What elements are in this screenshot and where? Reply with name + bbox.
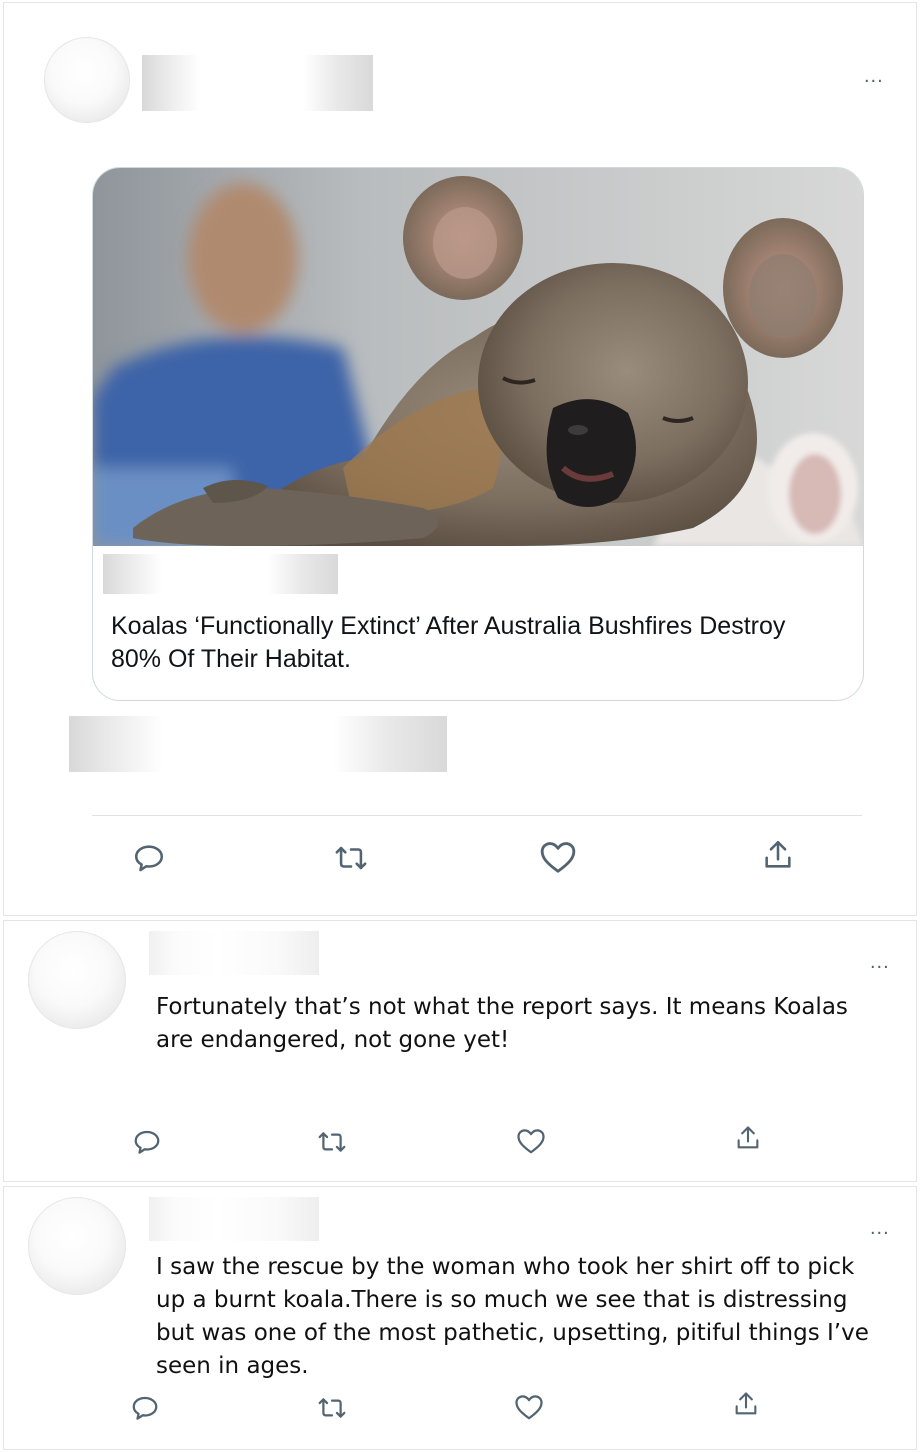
- koala-photo: [93, 168, 863, 546]
- reply-tweet: ... Fortunately that’s not what the repo…: [3, 920, 917, 1182]
- share-icon: [735, 1392, 757, 1415]
- heart-icon: [515, 1395, 543, 1420]
- share-icon: [765, 840, 791, 868]
- more-options-button[interactable]: ...: [870, 1218, 890, 1238]
- retweet-button[interactable]: [332, 841, 370, 880]
- source-domain-redacted: [103, 554, 338, 594]
- timestamp-redacted: [69, 716, 447, 772]
- reply-icon: [134, 1130, 160, 1154]
- like-button[interactable]: [539, 839, 577, 880]
- share-icon: [737, 1126, 759, 1149]
- reply-text: I saw the rescue by the woman who took h…: [156, 1254, 869, 1379]
- heart-icon: [517, 1129, 545, 1154]
- author-avatar[interactable]: [44, 37, 130, 123]
- reply-button[interactable]: [132, 1127, 162, 1162]
- actions-divider: [92, 815, 862, 816]
- more-options-button[interactable]: ...: [870, 952, 890, 972]
- reply-author-name-redacted: [149, 931, 319, 975]
- like-button[interactable]: [514, 1393, 544, 1426]
- card-headline: Koalas ‘Functionally Extinct’ After Aust…: [111, 612, 786, 673]
- link-card[interactable]: Koalas ‘Functionally Extinct’ After Aust…: [92, 167, 864, 701]
- reply-author-avatar[interactable]: [28, 1197, 126, 1295]
- retweet-icon: [318, 1398, 346, 1418]
- share-button[interactable]: [732, 1389, 760, 1424]
- reply-button[interactable]: [130, 1393, 160, 1428]
- retweet-icon: [335, 846, 367, 870]
- reply-tweet: ... I saw the rescue by the woman who to…: [3, 1186, 917, 1450]
- reply-icon: [134, 845, 164, 872]
- retweet-button[interactable]: [316, 1393, 348, 1428]
- share-button[interactable]: [734, 1123, 762, 1158]
- like-button[interactable]: [516, 1127, 546, 1160]
- more-options-button[interactable]: ...: [864, 66, 884, 86]
- retweet-icon: [318, 1132, 346, 1152]
- author-name-redacted: [142, 55, 373, 111]
- share-button[interactable]: [761, 837, 795, 878]
- reply-button[interactable]: [132, 841, 166, 880]
- main-tweet: ... Koalas ‘Functionally Extinct’ After …: [3, 2, 917, 916]
- reply-author-avatar[interactable]: [28, 931, 126, 1029]
- reply-author-name-redacted: [149, 1197, 319, 1241]
- reply-icon: [132, 1396, 158, 1420]
- reply-text: Fortunately that’s not what the report s…: [156, 994, 848, 1053]
- retweet-button[interactable]: [316, 1127, 348, 1162]
- heart-icon: [540, 842, 576, 873]
